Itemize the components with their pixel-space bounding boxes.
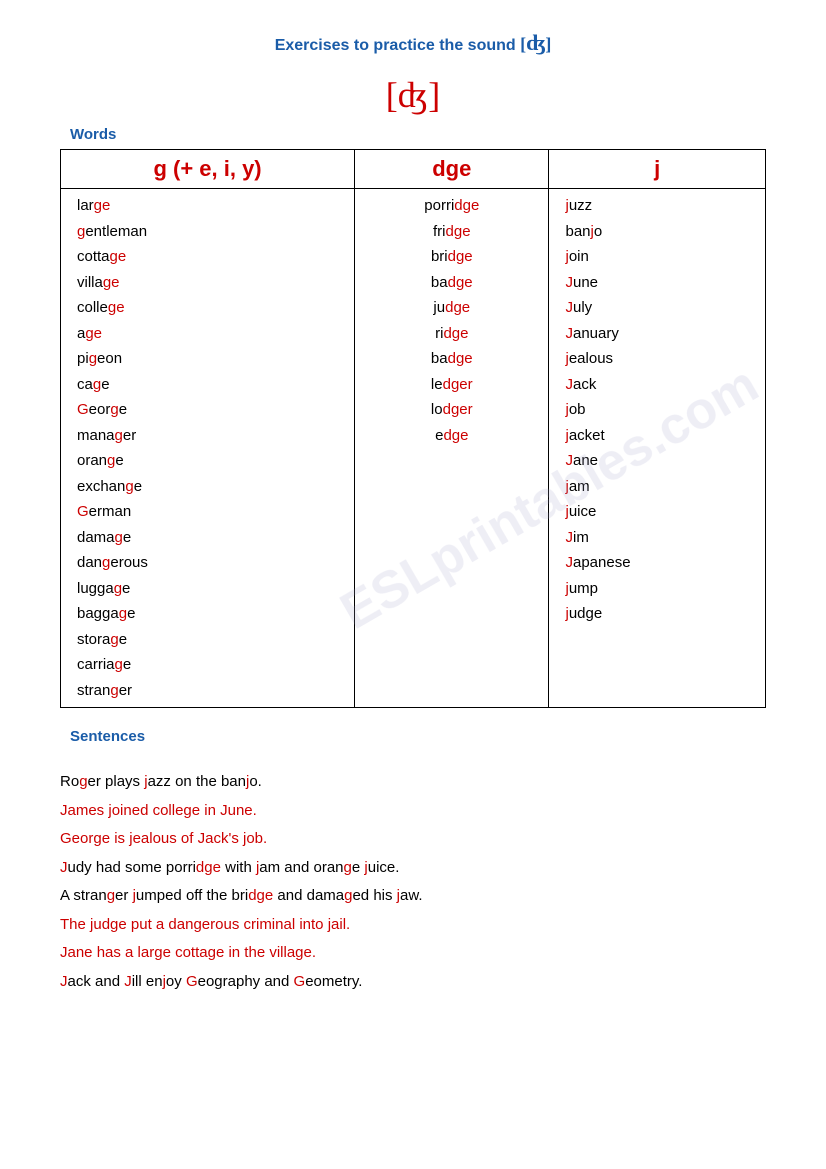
list-item: January <box>565 321 749 347</box>
list-item: ridge <box>371 321 532 347</box>
list-item: age <box>77 321 338 347</box>
list-item: bridge <box>371 244 532 270</box>
list-item: badge <box>371 346 532 372</box>
col2-header: dge <box>355 150 549 189</box>
list-item: June <box>565 270 749 296</box>
list-item: stranger <box>77 678 338 704</box>
list-item: cottage <box>77 244 338 270</box>
main-phonetic-symbol: [ʤ] <box>60 74 766 116</box>
sentence-2: James joined college in June. <box>60 797 766 826</box>
list-item: jealous <box>565 346 749 372</box>
list-item: Japanese <box>565 550 749 576</box>
sentences-section: Sentences Roger plays jazz on the banjo.… <box>60 728 766 996</box>
list-item: damage <box>77 525 338 551</box>
list-item: juzz <box>565 193 749 219</box>
sentence-3: George is jealous of Jack's job. <box>60 825 766 854</box>
list-item: jacket <box>565 423 749 449</box>
list-item: ledger <box>371 372 532 398</box>
list-item: luggage <box>77 576 338 602</box>
sentence-5: A stranger jumped off the bridge and dam… <box>60 882 766 911</box>
list-item: fridge <box>371 219 532 245</box>
list-item: large <box>77 193 338 219</box>
title-phonetic: [ʤ] <box>520 34 551 54</box>
list-item: lodger <box>371 397 532 423</box>
sentences-label: Sentences <box>70 728 766 745</box>
sentence-4: Judy had some porridge with jam and oran… <box>60 854 766 883</box>
list-item: German <box>77 499 338 525</box>
list-item: gentleman <box>77 219 338 245</box>
list-item: pigeon <box>77 346 338 372</box>
list-item: manager <box>77 423 338 449</box>
table-row: large gentleman cottage village college … <box>61 189 766 708</box>
sentence-6: The judge put a dangerous criminal into … <box>60 911 766 940</box>
col3-header: j <box>549 150 766 189</box>
list-item: Jane <box>565 448 749 474</box>
list-item: porridge <box>371 193 532 219</box>
list-item: job <box>565 397 749 423</box>
list-item: dangerous <box>77 550 338 576</box>
list-item: George <box>77 397 338 423</box>
list-item: July <box>565 295 749 321</box>
words-section-label: Words <box>70 126 766 143</box>
list-item: storage <box>77 627 338 653</box>
list-item: jump <box>565 576 749 602</box>
col2-cell: porridge fridge bridge badge judge ridge… <box>355 189 549 708</box>
page-title: Exercises to practice the sound [ʤ] <box>60 30 766 56</box>
list-item: banjo <box>565 219 749 245</box>
title-text: Exercises to practice the sound <box>275 37 516 54</box>
list-item: baggage <box>77 601 338 627</box>
list-item: orange <box>77 448 338 474</box>
list-item: jam <box>565 474 749 500</box>
list-item: judge <box>371 295 532 321</box>
sentence-1: Roger plays jazz on the banjo. <box>60 768 766 797</box>
list-item: carriage <box>77 652 338 678</box>
list-item: Jack <box>565 372 749 398</box>
list-item: juice <box>565 499 749 525</box>
list-item: join <box>565 244 749 270</box>
col3-cell: juzz banjo join June July January jealou… <box>549 189 766 708</box>
list-item: edge <box>371 423 532 449</box>
sentence-8: Jack and Jill enjoy Geography and Geomet… <box>60 968 766 997</box>
list-item: college <box>77 295 338 321</box>
list-item: village <box>77 270 338 296</box>
sentence-7: Jane has a large cottage in the village. <box>60 939 766 968</box>
list-item: Jim <box>565 525 749 551</box>
words-table: g (+ e, i, y) dge j large gentleman cott… <box>60 149 766 708</box>
col1-header: g (+ e, i, y) <box>61 150 355 189</box>
list-item: cage <box>77 372 338 398</box>
list-item: judge <box>565 601 749 627</box>
list-item: badge <box>371 270 532 296</box>
col1-cell: large gentleman cottage village college … <box>61 189 355 708</box>
list-item: exchange <box>77 474 338 500</box>
